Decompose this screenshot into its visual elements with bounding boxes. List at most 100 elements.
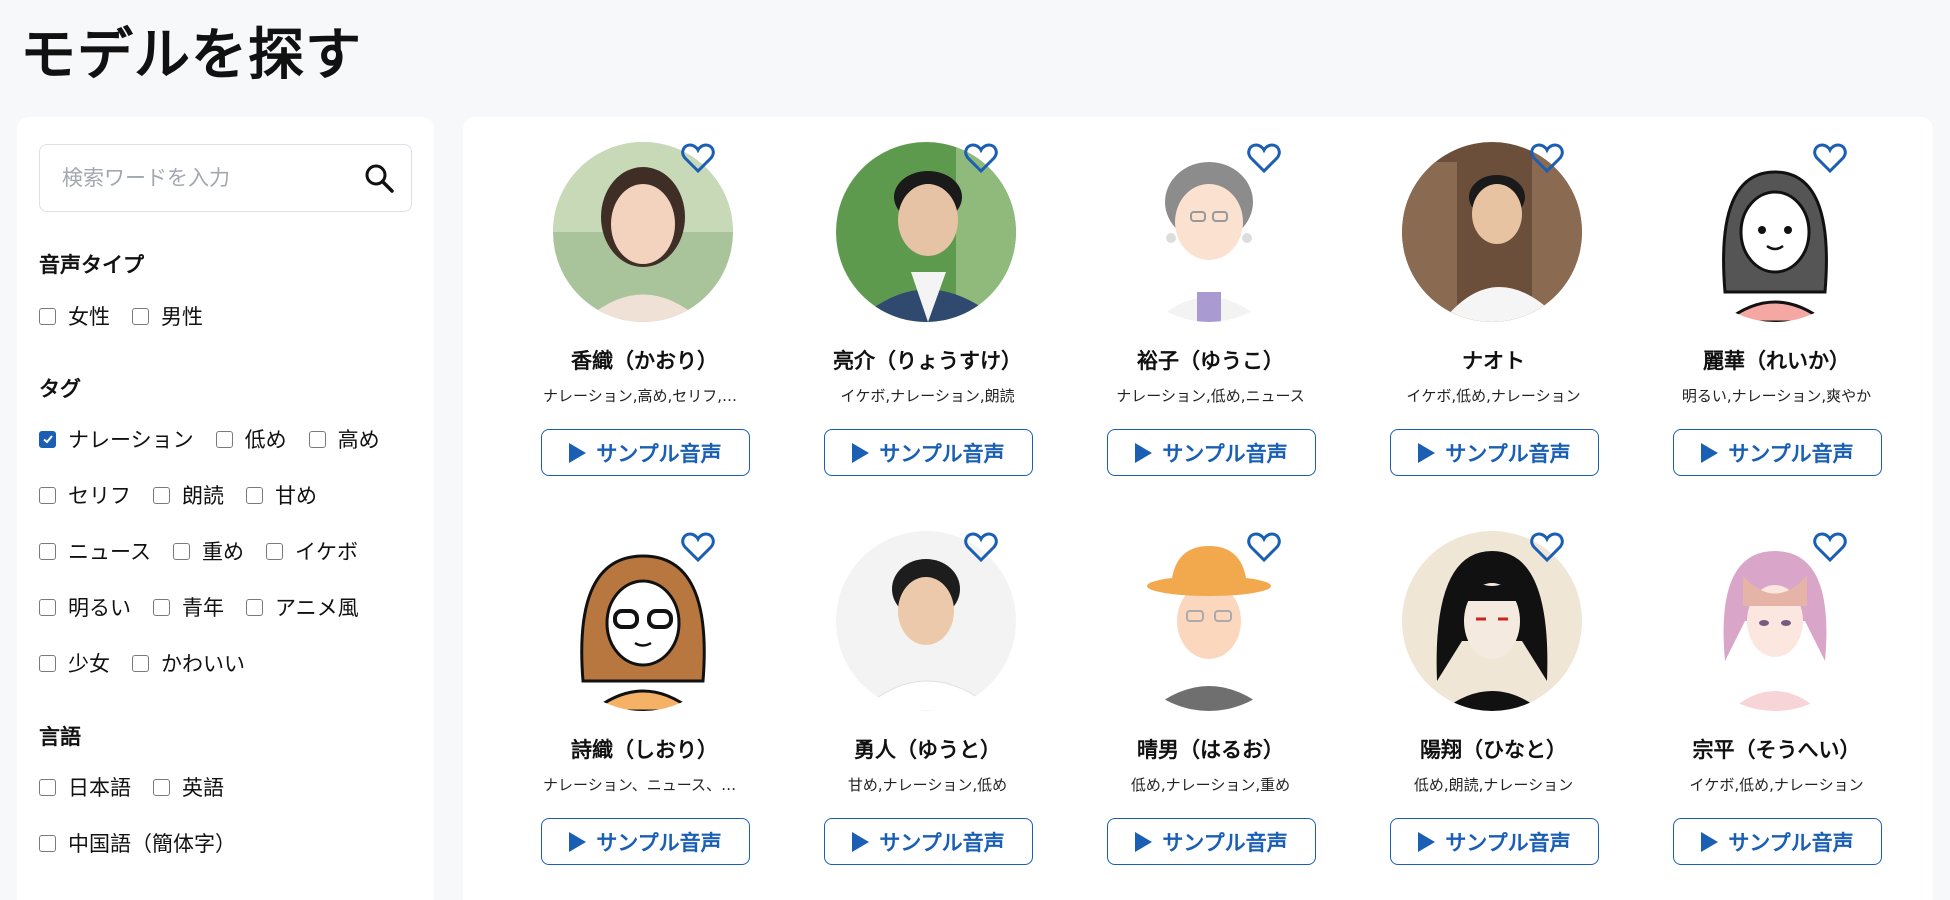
- checkbox-box[interactable]: [39, 778, 56, 796]
- checkbox-female[interactable]: 女性: [39, 301, 110, 331]
- checkbox-label: 日本語: [68, 776, 131, 800]
- heart-icon[interactable]: [1813, 142, 1847, 174]
- model-card[interactable]: 宗平（そうへい） イケボ,低め,ナレーション サンプル音声: [1635, 506, 1918, 876]
- play-icon: [569, 442, 587, 463]
- checkbox-box[interactable]: [39, 486, 56, 504]
- checkbox-tag-ikevo[interactable]: イケボ: [265, 536, 358, 566]
- checkbox-label: 高め: [337, 428, 380, 452]
- sample-voice-button[interactable]: サンプル音声: [1107, 818, 1316, 865]
- filter-sidebar: 音声タイプ 女性 男性 タグ ナレーション 低め 高め セリフ 朗読 甘め ニュ…: [17, 117, 434, 900]
- checkbox-tag-reading[interactable]: 朗読: [153, 480, 224, 510]
- checkbox-tag-narration[interactable]: ナレーション: [39, 424, 194, 454]
- model-name: 裕子（ゆうこ）: [1137, 349, 1284, 373]
- sample-voice-button[interactable]: サンプル音声: [824, 818, 1033, 865]
- search-icon[interactable]: [363, 162, 395, 194]
- model-card[interactable]: 亮介（りょうすけ） イケボ,ナレーション,朗読 サンプル音声: [786, 117, 1069, 487]
- sample-voice-button[interactable]: サンプル音声: [1107, 429, 1316, 476]
- checkbox-box[interactable]: [39, 307, 56, 325]
- tags-heading: タグ: [39, 377, 81, 401]
- model-name: 宗平（そうへい）: [1692, 738, 1861, 762]
- checkbox-tag-news[interactable]: ニュース: [39, 536, 151, 566]
- heart-icon[interactable]: [1247, 142, 1281, 174]
- sample-voice-button[interactable]: サンプル音声: [1390, 429, 1599, 476]
- checkbox-lang-english[interactable]: 英語: [153, 772, 224, 802]
- model-tags: ナレーション、ニュース、セリフ: [543, 776, 746, 794]
- model-card[interactable]: 麗華（れいか） 明るい,ナレーション,爽やか サンプル音声: [1635, 117, 1918, 487]
- checkbox-box[interactable]: [153, 598, 170, 616]
- model-card[interactable]: 晴男（はるお） 低め,ナレーション,重め サンプル音声: [1069, 506, 1352, 876]
- heart-icon[interactable]: [964, 142, 998, 174]
- checkbox-box[interactable]: [153, 778, 170, 796]
- model-name: 詩織（しおり）: [571, 738, 718, 762]
- sample-voice-button[interactable]: サンプル音声: [1390, 818, 1599, 865]
- checkbox-label: 甘め: [275, 484, 317, 508]
- sample-voice-button[interactable]: サンプル音声: [1673, 429, 1882, 476]
- heart-icon[interactable]: [1530, 142, 1564, 174]
- checkbox-tag-sweet[interactable]: 甘め: [246, 480, 317, 510]
- checkbox-box[interactable]: [39, 542, 56, 560]
- checkbox-label: ニュース: [68, 540, 151, 564]
- checkbox-box[interactable]: [308, 430, 326, 448]
- heart-icon[interactable]: [681, 531, 715, 563]
- model-card[interactable]: 陽翔（ひなと） 低め,朗読,ナレーション サンプル音声: [1352, 506, 1635, 876]
- checkbox-box[interactable]: [132, 654, 149, 672]
- checkbox-box[interactable]: [39, 834, 56, 852]
- model-name: 陽翔（ひなと）: [1420, 738, 1567, 762]
- checkbox-tag-heavy[interactable]: 重め: [172, 536, 244, 566]
- checkbox-tag-low[interactable]: 低め: [215, 424, 287, 454]
- model-card[interactable]: ナオト イケボ,低め,ナレーション サンプル音声: [1352, 117, 1635, 487]
- model-tags: 低め,朗読,ナレーション: [1413, 776, 1574, 794]
- checkbox-tag-high[interactable]: 高め: [308, 424, 380, 454]
- checkbox-box[interactable]: [215, 430, 233, 448]
- sample-voice-button[interactable]: サンプル音声: [1673, 818, 1882, 865]
- checkbox-tag-youth[interactable]: 青年: [153, 592, 224, 622]
- checkbox-tag-bright[interactable]: 明るい: [39, 592, 131, 622]
- checkbox-box[interactable]: [246, 486, 263, 504]
- heart-icon[interactable]: [1530, 531, 1564, 563]
- model-card[interactable]: 勇人（ゆうと） 甘め,ナレーション,低め サンプル音声: [786, 506, 1069, 876]
- checkbox-label: 中国語（簡体字）: [68, 832, 236, 856]
- tag-row: 少女 かわいい: [39, 648, 267, 678]
- sample-voice-label: サンプル音声: [596, 830, 722, 855]
- checkbox-tag-anime[interactable]: アニメ風: [246, 592, 359, 622]
- heart-icon[interactable]: [681, 142, 715, 174]
- sample-voice-button[interactable]: サンプル音声: [541, 429, 750, 476]
- checkbox-tag-line[interactable]: セリフ: [39, 480, 131, 510]
- checkbox-lang-chinese[interactable]: 中国語（簡体字）: [39, 828, 236, 858]
- sample-voice-button[interactable]: サンプル音声: [824, 429, 1033, 476]
- model-card[interactable]: 裕子（ゆうこ） ナレーション,低め,ニュース サンプル音声: [1069, 117, 1352, 487]
- sample-voice-button[interactable]: サンプル音声: [541, 818, 750, 865]
- checkbox-box[interactable]: [246, 598, 263, 616]
- sample-voice-label: サンプル音声: [1162, 830, 1288, 855]
- checkbox-label: アニメ風: [275, 596, 359, 620]
- checkbox-box[interactable]: [39, 654, 56, 672]
- model-name: 勇人（ゆうと）: [854, 738, 1001, 762]
- heart-icon[interactable]: [964, 531, 998, 563]
- checkbox-box[interactable]: [39, 598, 56, 616]
- heart-icon[interactable]: [1813, 531, 1847, 563]
- checkbox-tag-girl[interactable]: 少女: [39, 648, 110, 678]
- model-tags: 低め,ナレーション,重め: [1130, 776, 1291, 794]
- checkbox-box[interactable]: [265, 542, 283, 560]
- tag-row: 明るい 青年 アニメ風: [39, 592, 381, 622]
- tag-row: セリフ 朗読 甘め: [39, 480, 339, 510]
- checkbox-box[interactable]: [172, 542, 190, 560]
- checkbox-box[interactable]: [132, 307, 149, 325]
- checkbox-lang-japanese[interactable]: 日本語: [39, 772, 131, 802]
- model-tags: 甘め,ナレーション,低め: [847, 776, 1008, 794]
- sample-voice-label: サンプル音声: [1728, 441, 1854, 466]
- checkbox-tag-cute[interactable]: かわいい: [132, 648, 245, 678]
- model-grid: 香織（かおり） ナレーション,高め,セリフ,朗読 サンプル音声 亮介（りょうすけ…: [463, 117, 1933, 900]
- model-card[interactable]: 香織（かおり） ナレーション,高め,セリフ,朗読 サンプル音声: [503, 117, 786, 487]
- model-card[interactable]: 詩織（しおり） ナレーション、ニュース、セリフ サンプル音声: [503, 506, 786, 876]
- heart-icon[interactable]: [1247, 531, 1281, 563]
- checkbox-box[interactable]: [39, 430, 56, 448]
- checkbox-male[interactable]: 男性: [132, 301, 203, 331]
- checkbox-label: 女性: [68, 305, 110, 329]
- sample-voice-label: サンプル音声: [1728, 830, 1854, 855]
- sample-voice-label: サンプル音声: [879, 441, 1005, 466]
- search-input[interactable]: [62, 145, 352, 211]
- checkbox-label: 重め: [201, 540, 244, 564]
- checkbox-box[interactable]: [153, 486, 170, 504]
- checkbox-label: イケボ: [294, 540, 358, 564]
